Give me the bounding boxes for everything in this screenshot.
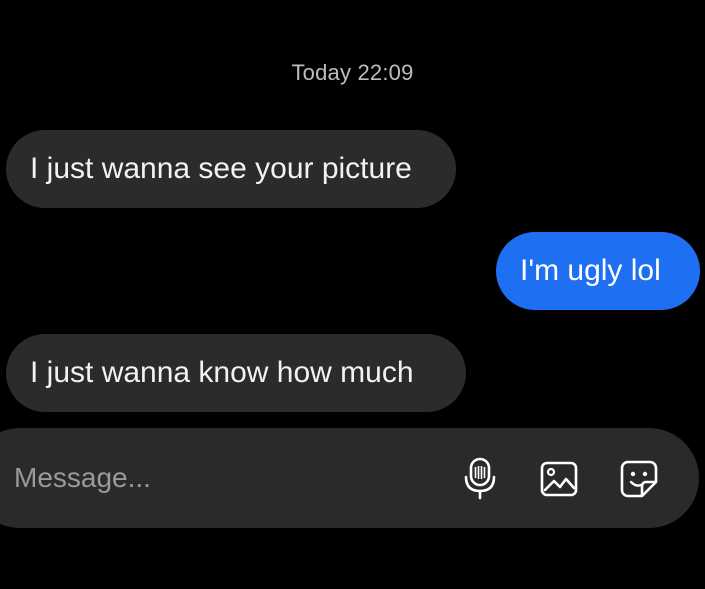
- message-text: I just wanna know how much: [30, 356, 414, 389]
- microphone-icon: [460, 457, 500, 501]
- timestamp: Today 22:09: [291, 60, 414, 85]
- message-text: I just wanna see your picture: [30, 152, 412, 185]
- message-input[interactable]: [14, 458, 394, 498]
- incoming-message-bubble[interactable]: I just wanna know how much: [6, 334, 466, 412]
- gallery-icon: [539, 459, 579, 499]
- sticker-button[interactable]: [616, 456, 662, 502]
- gallery-button[interactable]: [536, 456, 582, 502]
- message-text: I'm ugly lol: [520, 254, 661, 287]
- incoming-message-bubble[interactable]: I just wanna see your picture: [6, 130, 456, 208]
- message-composer: [0, 428, 699, 528]
- outgoing-message-bubble[interactable]: I'm ugly lol: [496, 232, 700, 310]
- voice-message-button[interactable]: [457, 456, 503, 502]
- sticker-icon: [618, 458, 660, 500]
